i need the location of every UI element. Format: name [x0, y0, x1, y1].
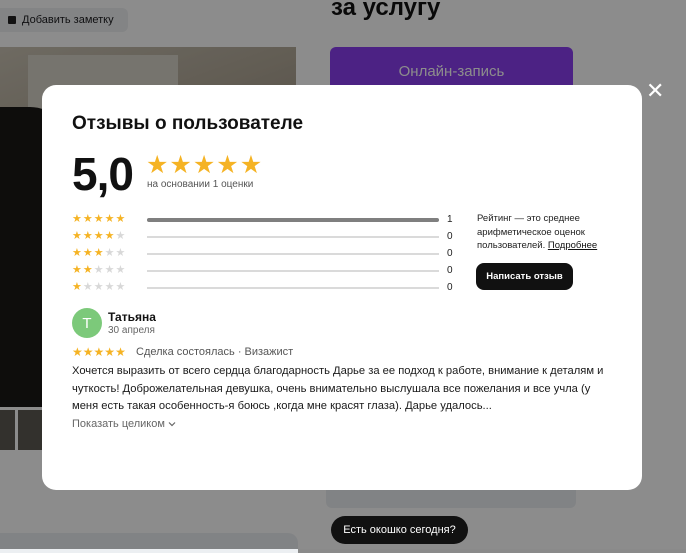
rating-info: Рейтинг — это среднее арифметическое оце…	[477, 212, 622, 253]
star-empty-icon: ★	[93, 264, 104, 276]
reviews-modal: Отзывы о пользователе 5,0 ★ ★ ★ ★ ★ на основ…	[42, 85, 642, 490]
review-author: Татьяна	[108, 310, 156, 324]
star-filled-icon: ★	[104, 230, 115, 242]
star-filled-icon: ★	[82, 213, 93, 225]
distribution-bar	[146, 252, 440, 255]
star-empty-icon: ★	[104, 264, 115, 276]
distribution-bar-fill	[146, 217, 440, 222]
review-date: 30 апреля	[108, 325, 155, 336]
write-review-button[interactable]: Написать отзыв	[476, 263, 573, 290]
distribution-row-5: ★ ★ ★ ★ ★ 1	[72, 211, 457, 228]
star-filled-icon: ★	[72, 345, 83, 359]
show-full-label: Показать целиком	[72, 418, 165, 430]
avatar: Т	[72, 308, 102, 338]
star-filled-icon: ★	[82, 264, 93, 276]
review-text: Хочется выразить от всего сердца благода…	[72, 365, 604, 412]
distribution-count: 0	[447, 231, 453, 242]
star-empty-icon: ★	[115, 281, 126, 293]
star-filled-icon: ★	[72, 213, 82, 225]
star-filled-icon: ★	[93, 247, 104, 259]
average-rating: 5,0	[72, 148, 134, 200]
star-empty-icon: ★	[104, 281, 115, 293]
distribution-bar	[146, 217, 440, 222]
star-filled-icon: ★	[239, 151, 263, 179]
close-icon[interactable]: ✕	[646, 80, 664, 102]
star-filled-icon: ★	[104, 213, 115, 225]
distribution-bar	[146, 286, 440, 289]
star-empty-icon: ★	[82, 281, 93, 293]
review-stars: ★ ★ ★ ★ ★	[72, 346, 126, 358]
star-filled-icon: ★	[115, 345, 126, 359]
distribution-row-2: ★ ★ ★ ★ ★ 0	[72, 262, 457, 279]
star-filled-icon: ★	[72, 247, 82, 259]
star-filled-icon: ★	[104, 345, 116, 359]
star-filled-icon: ★	[216, 151, 239, 179]
distribution-bar	[146, 269, 440, 272]
distribution-bar	[146, 235, 440, 238]
rating-distribution: ★ ★ ★ ★ ★ 1 ★ ★ ★ ★ ★ 0 ★ ★ ★ ★ ★ 0 ★ ★ ★ ★ ★ 0 ★ ★ ★ ★ ★ 0	[72, 211, 457, 296]
window-today-button[interactable]: Есть окошко сегодня?	[331, 516, 468, 544]
star-filled-icon: ★	[72, 264, 82, 276]
show-full-button[interactable]: Показать целиком	[72, 418, 176, 430]
star-empty-icon: ★	[115, 230, 126, 242]
distribution-count: 1	[447, 214, 453, 225]
star-empty-icon: ★	[115, 264, 126, 276]
distribution-stars: ★ ★ ★ ★ ★	[72, 248, 142, 259]
star-empty-icon: ★	[115, 247, 126, 259]
distribution-row-1: ★ ★ ★ ★ ★ 0	[72, 279, 457, 296]
star-empty-icon: ★	[104, 247, 115, 259]
distribution-count: 0	[447, 282, 453, 293]
star-filled-icon: ★	[93, 345, 105, 359]
star-filled-icon: ★	[93, 213, 104, 225]
distribution-row-4: ★ ★ ★ ★ ★ 0	[72, 228, 457, 245]
star-filled-icon: ★	[82, 247, 93, 259]
review-meta: Сделка состоялась · Визажист	[136, 346, 294, 358]
distribution-count: 0	[447, 248, 453, 259]
distribution-count: 0	[447, 265, 453, 276]
chevron-down-icon	[168, 418, 176, 430]
star-filled-icon: ★	[82, 345, 94, 359]
star-filled-icon: ★	[72, 230, 82, 242]
more-link[interactable]: Подробнее	[548, 240, 597, 251]
star-filled-icon: ★	[169, 151, 192, 179]
star-filled-icon: ★	[72, 281, 82, 293]
distribution-stars: ★ ★ ★ ★ ★	[72, 282, 142, 293]
star-filled-icon: ★	[93, 230, 104, 242]
distribution-stars: ★ ★ ★ ★ ★	[72, 214, 142, 225]
modal-title: Отзывы о пользователе	[72, 113, 304, 134]
rating-count-text: на основании 1 оценки	[147, 179, 254, 190]
star-filled-icon: ★	[115, 213, 126, 225]
distribution-stars: ★ ★ ★ ★ ★	[72, 265, 142, 276]
star-filled-icon: ★	[192, 151, 216, 179]
star-filled-icon: ★	[82, 230, 93, 242]
star-empty-icon: ★	[93, 281, 104, 293]
star-filled-icon: ★	[146, 151, 169, 179]
distribution-row-3: ★ ★ ★ ★ ★ 0	[72, 245, 457, 262]
average-rating-stars: ★ ★ ★ ★ ★	[146, 153, 262, 178]
distribution-stars: ★ ★ ★ ★ ★	[72, 231, 142, 242]
